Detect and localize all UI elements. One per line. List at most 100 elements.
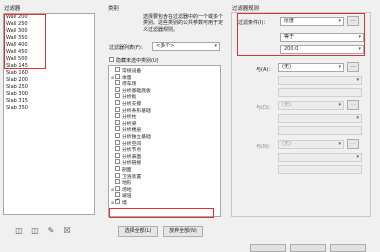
- filter-list-item[interactable]: Slab 160: [4, 70, 94, 77]
- category-item[interactable]: 分析节点: [109, 146, 220, 154]
- and1-operator-select: ▾: [278, 76, 362, 85]
- category-list[interactable]: 常规设备 ⊞ 体量 停车场 分析基础底板 分析板 分析支撑 分析条形基础 分析柱 分析梁 分析楼层分…: [108, 65, 221, 217]
- and1-select[interactable]: (无) ▾: [278, 63, 344, 72]
- filter-list-item[interactable]: Slab 315: [4, 98, 94, 105]
- highlight-wall-filters: [4, 14, 46, 69]
- category-label: 分析节点: [122, 148, 142, 154]
- chevron-down-icon: ▾: [338, 102, 341, 108]
- category-checkbox[interactable]: [115, 67, 120, 72]
- chevron-down-icon: ▾: [356, 115, 359, 121]
- category-label: 地形: [122, 181, 132, 187]
- category-label: 分析链接: [122, 161, 142, 167]
- category-checkbox[interactable]: [115, 99, 120, 105]
- category-item[interactable]: 分析楼层: [109, 126, 220, 134]
- category-checkbox[interactable]: [115, 119, 120, 125]
- category-checkbox[interactable]: [115, 113, 120, 119]
- category-item[interactable]: ⊞ 场地: [109, 185, 220, 194]
- category-item[interactable]: 分析条形基础: [109, 106, 220, 115]
- filter-list-item[interactable]: Slab 200: [4, 77, 94, 84]
- filter-list-item[interactable]: Slab 300: [4, 91, 94, 98]
- categories-description: 选择要包含在过滤器中的一个或多个类别。这些类别的公共参数可用于定义过滤器规则。: [143, 14, 224, 33]
- cancel-button[interactable]: [290, 244, 326, 252]
- category-checkbox[interactable]: [115, 179, 120, 185]
- category-label: 分析板: [122, 95, 137, 101]
- category-label: 坡道: [122, 194, 132, 200]
- and2-label: 与(D)：: [256, 105, 274, 111]
- category-item[interactable]: 常规设备: [109, 67, 220, 75]
- category-item[interactable]: 分析柱: [109, 113, 220, 121]
- rename-filter-icon[interactable]: ✎: [46, 226, 56, 236]
- chevron-down-icon: ▾: [214, 43, 217, 49]
- highlight-rule: [237, 13, 365, 56]
- category-label: 分析基础底板: [122, 88, 151, 94]
- category-checkbox[interactable]: [115, 86, 120, 92]
- and3-value-input: [278, 165, 362, 174]
- and2-value-input: [278, 126, 362, 135]
- hide-unchecked-row[interactable]: 隐藏未选中类别(U): [109, 57, 159, 64]
- category-item[interactable]: 坡道: [109, 192, 220, 200]
- category-checkbox[interactable]: [115, 185, 120, 191]
- category-checkbox[interactable]: [115, 146, 120, 152]
- category-item[interactable]: 卫浴装置: [109, 172, 220, 181]
- delete-filter-icon[interactable]: ☒: [62, 226, 72, 236]
- category-label: 体量: [122, 75, 132, 81]
- category-label: 分析支撑: [122, 101, 142, 107]
- deselect-all-button[interactable]: 放弃全部(N): [163, 226, 203, 237]
- category-item[interactable]: 停车场: [109, 80, 220, 88]
- and2-more-button: ...: [347, 100, 359, 110]
- and3-select: (无) ▾: [278, 140, 344, 149]
- category-checkbox[interactable]: [115, 165, 120, 171]
- category-label: 分析独立基础: [122, 134, 151, 140]
- duplicate-filter-icon[interactable]: ◫: [30, 226, 40, 236]
- new-filter-icon[interactable]: ◫: [14, 226, 24, 236]
- hide-unchecked-checkbox[interactable]: [109, 57, 114, 62]
- category-checkbox[interactable]: [115, 152, 120, 158]
- and3-value: (无): [282, 141, 291, 147]
- category-label: 墙: [122, 200, 127, 206]
- and2-value: (无): [282, 102, 291, 108]
- category-item[interactable]: 分析空间: [109, 139, 220, 148]
- apply-button[interactable]: [330, 244, 366, 252]
- ok-button[interactable]: [250, 244, 286, 252]
- chevron-down-icon: ▾: [338, 141, 341, 147]
- filter-list-select[interactable]: <多个> ▾: [152, 42, 220, 51]
- category-item[interactable]: 分析链接: [109, 159, 220, 167]
- category-item[interactable]: 分析板: [109, 93, 220, 101]
- select-all-button[interactable]: 选择全部(L): [118, 226, 158, 237]
- category-item[interactable]: ⊞ 体量: [109, 73, 220, 82]
- categories-title: 类别: [108, 6, 119, 12]
- category-checkbox[interactable]: [115, 80, 120, 86]
- category-checkbox[interactable]: [115, 73, 120, 79]
- filter-list-item[interactable]: Slab 250: [4, 84, 94, 91]
- category-item[interactable]: ⊞墙: [109, 197, 220, 207]
- chevron-down-icon: ▾: [356, 154, 359, 160]
- category-item[interactable]: 剖面: [109, 165, 220, 174]
- category-item[interactable]: 分析表面: [109, 152, 220, 161]
- and3-more-button: ...: [347, 139, 359, 149]
- and1-value-input: [278, 88, 362, 97]
- category-item[interactable]: 地形: [109, 179, 220, 187]
- category-checkbox[interactable]: [115, 197, 120, 204]
- and3-operator-select: ▾: [278, 153, 362, 162]
- and1-value: (无): [282, 64, 291, 70]
- category-item[interactable]: 分析基础底板: [109, 86, 220, 95]
- category-item[interactable]: 分析梁: [109, 119, 220, 128]
- category-label: 剖面: [122, 167, 132, 173]
- highlight-wall-category: [109, 208, 214, 218]
- and1-more-button[interactable]: ...: [347, 62, 359, 72]
- category-checkbox[interactable]: [115, 106, 120, 112]
- category-checkbox[interactable]: [115, 93, 120, 99]
- category-item[interactable]: 分析支撑: [109, 99, 220, 108]
- and2-operator-select: ▾: [278, 114, 362, 123]
- category-label: 分析表面: [122, 154, 142, 160]
- category-checkbox[interactable]: [115, 159, 120, 165]
- category-checkbox[interactable]: [115, 132, 120, 138]
- category-checkbox[interactable]: [115, 139, 120, 145]
- filter-list-value: <多个>: [156, 43, 175, 49]
- chevron-down-icon: ▾: [356, 77, 359, 83]
- filter-list-item[interactable]: Slab 350: [4, 105, 94, 112]
- chevron-down-icon: ▾: [338, 64, 341, 70]
- category-checkbox[interactable]: [115, 126, 120, 132]
- category-item[interactable]: 分析独立基础: [109, 132, 220, 141]
- category-checkbox[interactable]: [115, 172, 120, 178]
